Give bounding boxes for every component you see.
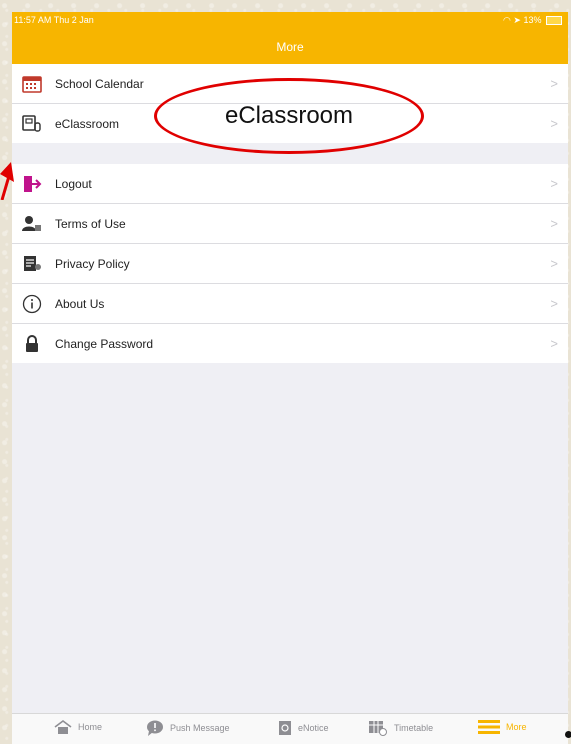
- enotice-icon: [278, 720, 292, 736]
- info-icon: [22, 294, 42, 314]
- menu-item-label: Terms of Use: [55, 216, 126, 231]
- battery-percent: 13%: [523, 15, 542, 25]
- menu-item-label: Logout: [55, 176, 92, 191]
- chevron-right-icon: >: [550, 336, 558, 351]
- tab-label: More: [506, 722, 527, 732]
- nav-bar: More: [12, 30, 568, 64]
- status-bar: 11:57 AM Thu 2 Jan ◠ ➤ 13%: [12, 12, 568, 30]
- tab-label: eNotice: [298, 723, 329, 733]
- page-title: More: [276, 40, 304, 54]
- tab-label: Home: [78, 722, 103, 732]
- push-message-icon: [146, 720, 164, 736]
- chevron-right-icon: >: [550, 256, 558, 271]
- calendar-icon: [22, 74, 42, 94]
- menu-item-terms-of-use[interactable]: Terms of Use >: [12, 204, 568, 244]
- battery-icon: [546, 16, 562, 26]
- eclassroom-icon: [22, 114, 42, 134]
- tab-push-message[interactable]: Push Message: [146, 720, 230, 736]
- tab-label: Push Message: [170, 723, 230, 733]
- black-dot-icon: [565, 731, 571, 738]
- tab-bar: Home Push Message eNotice Timetable More: [12, 713, 568, 744]
- more-icon: [478, 720, 500, 734]
- status-time-date: 11:57 AM Thu 2 Jan: [14, 15, 94, 25]
- logout-icon: [22, 174, 42, 194]
- tab-timetable[interactable]: Timetable: [368, 720, 433, 736]
- red-arrow-icon: [0, 162, 14, 200]
- tab-more[interactable]: More: [478, 720, 527, 734]
- menu-item-label: Change Password: [55, 336, 154, 351]
- eclassroom-annotation-ellipse: eClassroom: [154, 78, 424, 154]
- location-icon: ➤: [513, 15, 521, 25]
- menu-item-privacy-policy[interactable]: Privacy Policy >: [12, 244, 568, 284]
- home-icon: [54, 720, 72, 734]
- chevron-right-icon: >: [550, 216, 558, 231]
- wifi-icon: ◠: [503, 15, 511, 25]
- chevron-right-icon: >: [550, 176, 558, 191]
- menu-group-secondary: Logout > Terms of Use > Privacy Policy >…: [12, 164, 568, 363]
- tab-enotice[interactable]: eNotice: [278, 720, 329, 736]
- menu-item-label: About Us: [55, 296, 105, 311]
- chevron-right-icon: >: [550, 296, 558, 311]
- annotation-label: eClassroom: [224, 102, 354, 129]
- menu-item-change-password[interactable]: Change Password >: [12, 324, 568, 363]
- chevron-right-icon: >: [550, 116, 558, 131]
- lock-icon: [22, 334, 42, 354]
- tab-label: Timetable: [394, 723, 434, 733]
- timetable-icon: [368, 720, 388, 736]
- status-right: ◠ ➤ 13%: [503, 15, 562, 26]
- menu-item-logout[interactable]: Logout >: [12, 164, 568, 204]
- menu-item-label: School Calendar: [55, 76, 144, 91]
- privacy-icon: [22, 254, 42, 274]
- terms-icon: [22, 214, 42, 234]
- tab-home[interactable]: Home: [54, 720, 102, 734]
- chevron-right-icon: >: [550, 76, 558, 91]
- menu-item-label: eClassroom: [55, 116, 120, 131]
- menu-item-about-us[interactable]: About Us >: [12, 284, 568, 324]
- menu-item-label: Privacy Policy: [55, 256, 130, 271]
